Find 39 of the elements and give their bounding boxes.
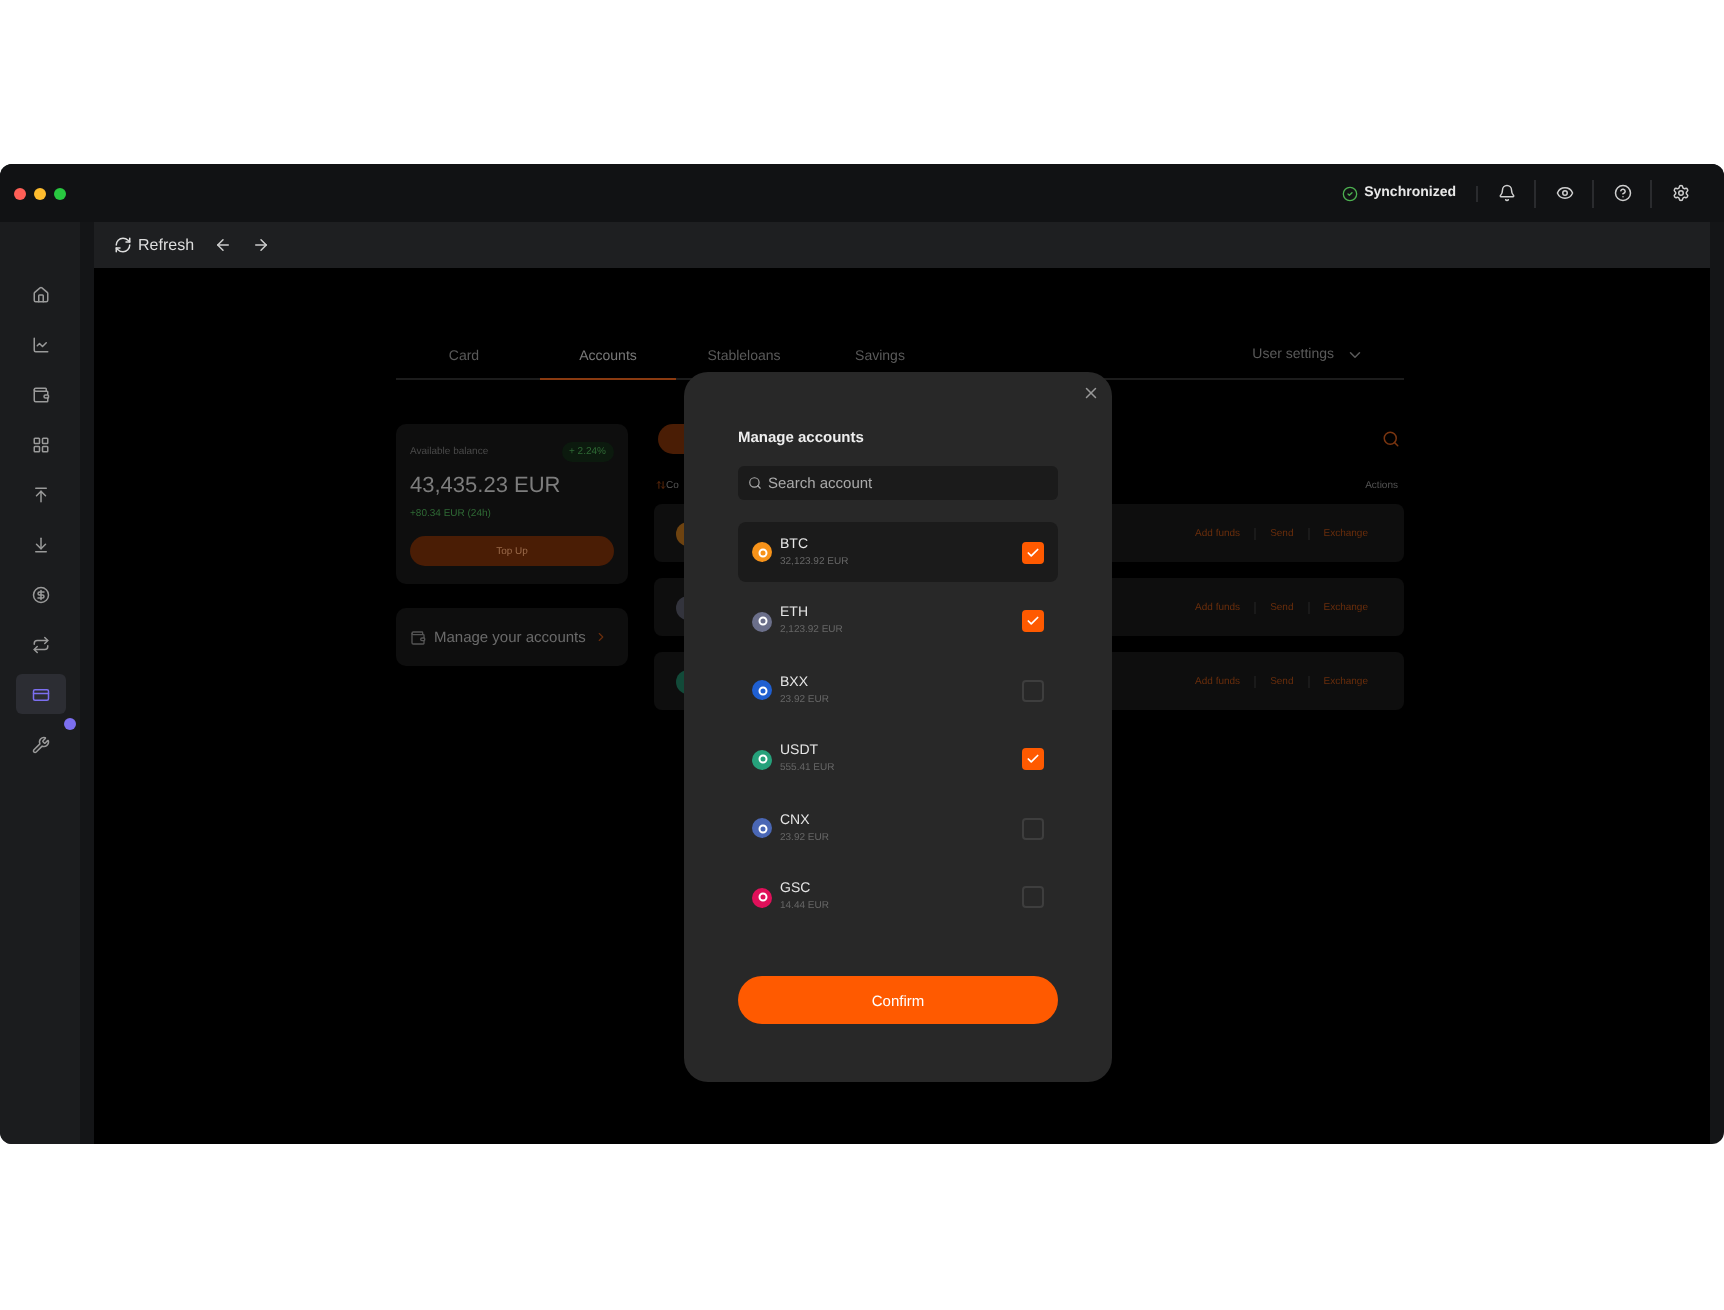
check-icon	[1026, 614, 1040, 629]
balance-amount: 43,435.23 EUR	[410, 474, 563, 498]
wallet-icon	[410, 629, 426, 645]
arrow-left-icon	[214, 236, 233, 254]
check-icon	[1026, 752, 1040, 767]
wallet-icon	[31, 385, 49, 403]
checkbox[interactable]	[1022, 541, 1044, 563]
search-icon	[748, 476, 762, 490]
dollar-coin-icon	[31, 585, 49, 603]
check-circle-icon	[1342, 185, 1359, 201]
grid-icon	[31, 435, 49, 453]
chevron-right-icon	[593, 630, 608, 644]
arrow-right-icon	[252, 236, 271, 254]
card-icon	[31, 685, 49, 703]
checkbox[interactable]	[1022, 610, 1044, 633]
back-button[interactable]	[214, 236, 233, 254]
refresh-button[interactable]: Refresh	[114, 236, 195, 254]
sidebar-item[interactable]	[15, 674, 65, 714]
help-icon	[1613, 184, 1631, 202]
maximize-window-icon[interactable]	[54, 187, 66, 199]
line-chart-icon	[31, 335, 49, 353]
chevron-down-icon	[1346, 346, 1364, 364]
close-window-icon[interactable]	[14, 187, 26, 199]
sort-icon	[656, 480, 666, 490]
bell-icon	[1497, 184, 1515, 202]
upload-icon	[31, 485, 49, 503]
wrench-icon	[31, 735, 49, 753]
refresh-icon	[114, 236, 132, 254]
download-icon	[31, 535, 49, 553]
close-button[interactable]	[1082, 384, 1100, 402]
minimize-window-icon[interactable]	[34, 187, 46, 199]
settings-icon	[1672, 184, 1690, 202]
home-icon	[31, 285, 49, 303]
eye-icon	[1555, 184, 1573, 202]
close-icon	[1082, 384, 1100, 402]
swap-arrows-icon	[31, 635, 49, 653]
forward-button[interactable]	[252, 236, 271, 254]
check-icon	[1026, 545, 1040, 559]
checkbox[interactable]	[1022, 748, 1044, 771]
